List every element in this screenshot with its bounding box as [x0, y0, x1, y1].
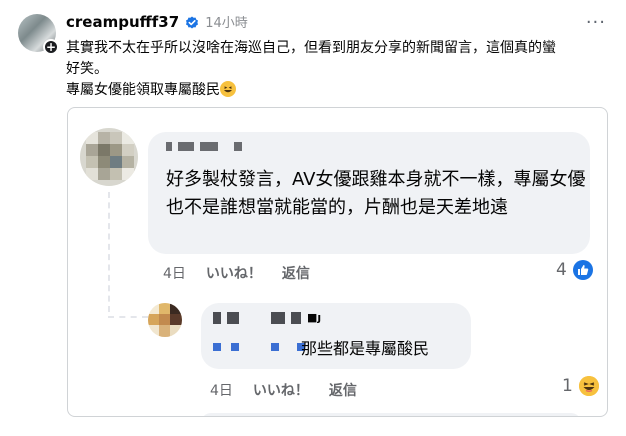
reply-thread-connector	[108, 308, 148, 318]
comment2-text: 那些都是專屬酸民	[301, 339, 430, 358]
next-comment-bubble-partial	[201, 413, 581, 416]
haha-reaction-icon	[578, 376, 599, 396]
comment1-bubble: 好多製杖發言，AV女優跟雞本身就不一樣，專屬女優也不是誰想當就能當的，片酬也是天…	[148, 132, 590, 254]
comment1-text: 好多製杖發言，AV女優跟雞本身就不一樣，專屬女優也不是誰想當就能當的，片酬也是天…	[166, 169, 586, 218]
comment1-reply-button[interactable]: 返信	[282, 263, 310, 283]
comment2-reaction-count: 1	[562, 376, 573, 396]
reply-thread-line	[108, 192, 110, 312]
embedded-comment-screenshot[interactable]: 好多製杖發言，AV女優跟雞本身就不一樣，專屬女優也不是誰想當就能當的，片酬也是天…	[67, 107, 608, 417]
comment1-reaction-count: 4	[556, 260, 567, 280]
comment2-reply-button[interactable]: 返信	[329, 380, 357, 400]
author-username[interactable]: creampufff37	[66, 13, 179, 31]
follow-plus-icon[interactable]: +	[43, 39, 59, 55]
post-text-line-1: 其實我不太在乎所以沒啥在海巡自己，但看到朋友分享的新聞留言，這個真的蠻	[66, 40, 556, 56]
post-body: 其實我不太在乎所以沒啥在海巡自己，但看到朋友分享的新聞留言，這個真的蠻 好笑。 …	[66, 38, 606, 101]
comment2-avatar-blurred	[148, 303, 182, 337]
comment1-author-redacted	[166, 142, 242, 151]
comment2-time[interactable]: 4日	[210, 380, 233, 400]
post-header: creampufff37 14小時	[66, 12, 248, 32]
comment1-actions: 4日 いいね！ 返信	[163, 263, 310, 283]
comment2-like-button[interactable]: いいね！	[253, 380, 309, 400]
verified-badge-icon	[185, 15, 199, 29]
post-text-line-3: 專屬女優能領取專屬酸民	[66, 82, 220, 98]
post-timestamp[interactable]: 14小時	[205, 12, 248, 31]
like-reaction-icon	[572, 260, 593, 280]
comment1-like-button[interactable]: いいね！	[206, 263, 262, 283]
comment2-author-redacted: ■ȷ	[213, 311, 321, 324]
author-avatar[interactable]: +	[18, 14, 59, 55]
comment2-reactions[interactable]: 1	[562, 376, 599, 396]
post-text-line-2: 好笑。	[66, 61, 108, 77]
comment2-name-suffix: ■ȷ	[307, 311, 322, 324]
comment2-redacted-marks	[213, 343, 305, 351]
grinning-emoji-icon	[220, 81, 236, 97]
comment1-reactions[interactable]: 4	[556, 260, 593, 280]
comment1-time[interactable]: 4日	[163, 263, 186, 283]
comment2-bubble: ■ȷ 那些都是專屬酸民	[201, 303, 471, 369]
post-text-line-3-wrap: 專屬女優能領取專屬酸民	[66, 80, 606, 101]
comment1-avatar-blurred	[80, 128, 138, 186]
more-options-icon[interactable]: ···	[586, 12, 606, 33]
comment2-actions: 4日 いいね！ 返信	[210, 380, 357, 400]
